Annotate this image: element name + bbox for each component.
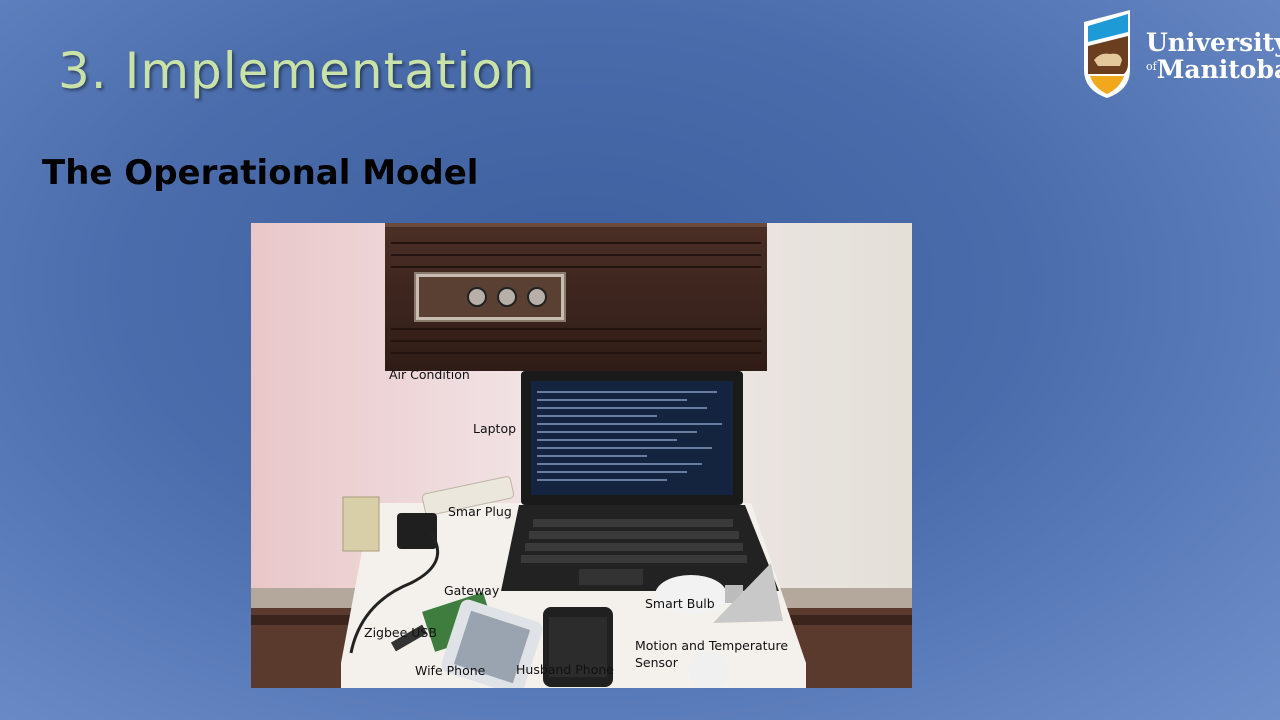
label-husband-phone: Husband Phone: [516, 662, 614, 677]
university-wordmark: University ofManitoba: [1146, 30, 1280, 82]
label-gateway: Gateway: [444, 583, 500, 598]
label-laptop: Laptop: [473, 421, 517, 436]
label-air-condition: Air Condition: [389, 367, 470, 382]
label-smart-plug: Smar Plug: [448, 504, 512, 519]
slide-title: 3. Implementation: [58, 42, 536, 100]
wordmark-line1: University: [1146, 28, 1280, 57]
shield-crest-icon: [1084, 10, 1130, 98]
wordmark-line2: ofManitoba: [1146, 57, 1280, 82]
laptop-device: [501, 371, 779, 591]
photo-illustration: [251, 223, 912, 688]
label-smart-bulb: Smart Bulb: [645, 596, 715, 611]
label-zigbee-usb: Zigbee USB: [364, 625, 437, 640]
operational-model-photo: Air Condition Laptop Smar Plug Gateway Z…: [251, 223, 912, 688]
slide-subtitle: The Operational Model: [42, 153, 479, 193]
wordmark-of: of: [1146, 60, 1157, 73]
wordmark-manitoba: Manitoba: [1156, 55, 1280, 84]
air-conditioner: [385, 223, 767, 371]
label-wife-phone: Wife Phone: [415, 663, 486, 678]
label-motion-sensor: Motion and Temperature Sensor: [635, 638, 789, 670]
